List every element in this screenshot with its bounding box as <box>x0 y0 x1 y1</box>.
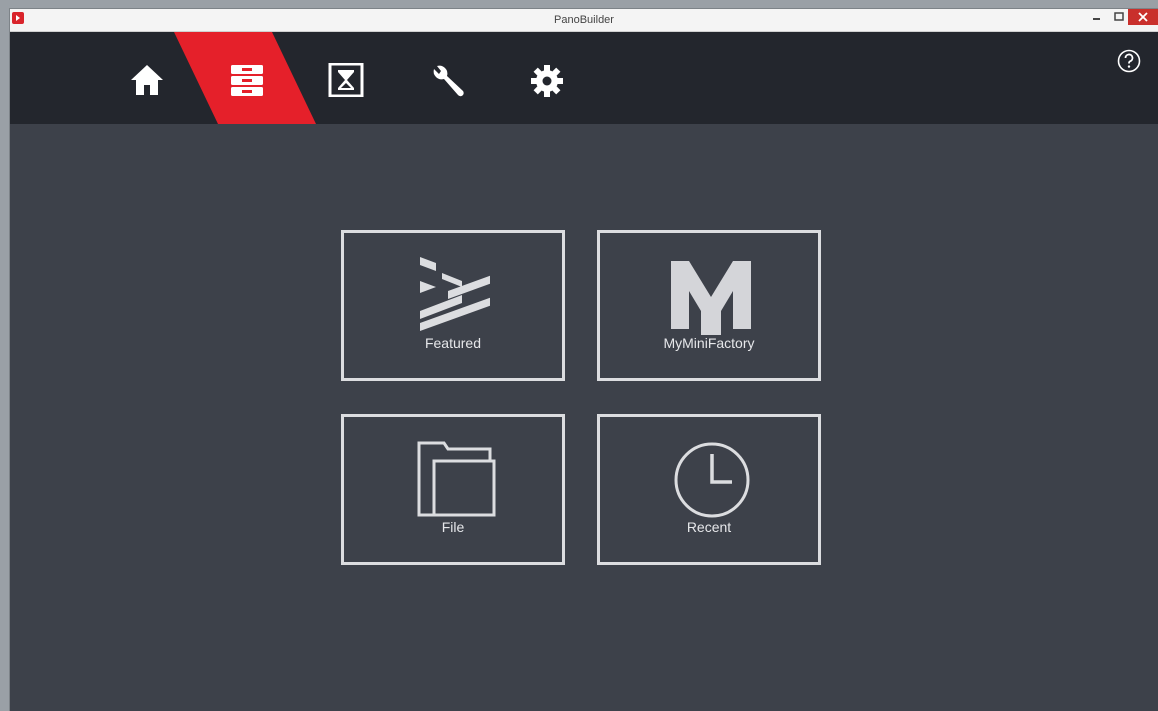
folder-icon <box>417 441 496 517</box>
wrench-icon <box>433 65 464 97</box>
tile-file[interactable]: File <box>341 414 565 565</box>
maximize-button[interactable] <box>1108 9 1130 27</box>
tile-myminifactory[interactable]: MyMiniFactory <box>597 230 821 381</box>
nav-hourglass[interactable] <box>319 32 375 124</box>
tile-featured[interactable]: Featured <box>341 230 565 381</box>
library-icon <box>231 65 263 96</box>
hourglass-icon <box>328 63 364 97</box>
title-bar: PanoBuilder <box>10 9 1158 32</box>
nav-home[interactable] <box>120 32 176 124</box>
featured-arrows-icon <box>420 257 490 331</box>
home-icon <box>131 65 163 95</box>
gear-icon <box>531 65 563 97</box>
nav-tools[interactable] <box>420 32 476 124</box>
help-button[interactable] <box>1117 49 1141 73</box>
window-title: PanoBuilder <box>554 14 614 26</box>
minimize-button[interactable] <box>1086 9 1108 27</box>
clock-icon <box>674 442 750 518</box>
help-icon <box>1117 49 1141 73</box>
main-toolbar <box>10 32 1158 124</box>
tile-label: File <box>441 519 465 535</box>
nav-settings[interactable] <box>519 32 575 124</box>
tile-label: Featured <box>424 335 482 351</box>
tile-recent[interactable]: Recent <box>597 414 821 565</box>
nav-library[interactable] <box>220 32 276 124</box>
myminifactory-logo-icon <box>671 261 751 335</box>
close-button[interactable] <box>1128 9 1158 25</box>
app-window: PanoBuilder Featured MyMiniFactory File … <box>10 9 1158 711</box>
tile-label: Recent <box>686 519 732 535</box>
tile-label: MyMiniFactory <box>663 335 755 351</box>
